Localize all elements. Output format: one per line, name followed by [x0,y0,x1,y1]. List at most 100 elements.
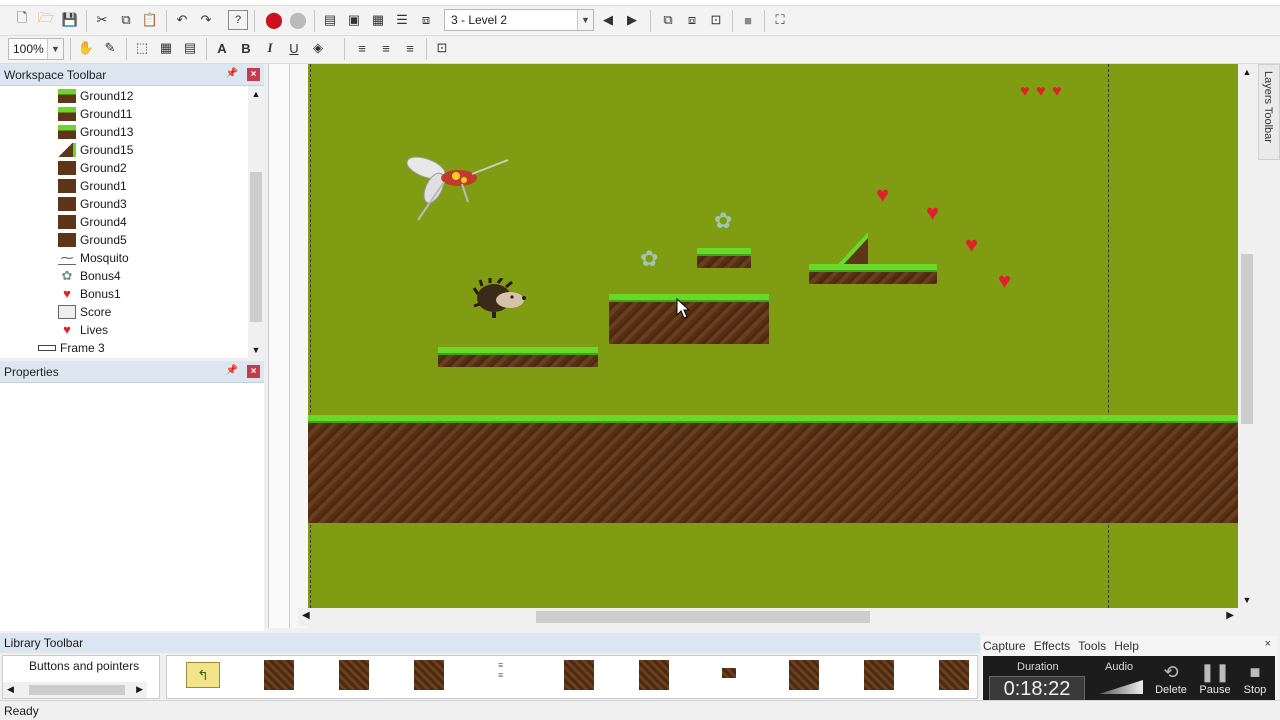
library-thumb[interactable] [789,660,819,690]
tree-item-ground15[interactable]: Ground15 [58,141,133,159]
bonus-flower[interactable]: ✿ [640,248,658,270]
bonus-heart[interactable]: ♥ [998,270,1011,292]
close-icon[interactable]: × [1265,638,1271,650]
scroll-right-icon[interactable]: ▶ [1226,610,1234,621]
layout-2-icon[interactable]: ▣ [344,10,364,30]
library-thumb-text[interactable]: ≡ ≡ [498,660,510,690]
pin-icon[interactable]: 📌 [226,365,238,376]
save-icon[interactable]: 💾 [60,10,80,30]
scroll-thumb[interactable] [1241,254,1253,424]
prev-level-icon[interactable]: ◀ [598,10,618,30]
record-icon[interactable]: ⬤ [264,10,284,30]
ground-slope[interactable] [838,232,868,264]
next-level-icon[interactable]: ▶ [622,10,642,30]
ground-platform[interactable] [438,347,598,367]
tree-item-mosquito[interactable]: ⁓ Mosquito [58,249,129,267]
recorder-menu-help[interactable]: Help [1114,639,1139,653]
tree-item-ground12[interactable]: Ground12 [58,87,133,105]
scroll-up-icon[interactable]: ▲ [248,86,264,102]
ground-platform[interactable] [697,248,751,268]
tree-item-ground3[interactable]: Ground3 [58,195,127,213]
list-icon[interactable]: ☰ [392,10,412,30]
library-tree-item[interactable]: Buttons and pointers [29,659,139,673]
canvas-hscrollbar[interactable]: ◀ ▶ [298,608,1238,626]
italic-icon[interactable]: I [260,38,280,58]
pin-icon[interactable]: 📌 [226,68,238,79]
audio-level-slider[interactable] [1099,680,1143,694]
canvas-vscrollbar[interactable]: ▲ ▼ [1238,64,1256,608]
delete-button[interactable]: ⟲ Delete [1151,662,1191,696]
scroll-thumb[interactable] [250,172,262,322]
copy-icon[interactable]: ⧉ [116,10,136,30]
fit-icon[interactable]: ⊡ [432,38,452,58]
recorder-menu-capture[interactable]: Capture [983,639,1026,653]
pen-icon[interactable]: ✎ [100,38,120,58]
fill-color-icon[interactable]: ◈ [308,38,328,58]
library-folder-up-icon[interactable]: ↰ [186,662,220,688]
tree-item-ground13[interactable]: Ground13 [58,123,133,141]
help-icon[interactable]: ? [228,10,248,30]
frame-move-icon[interactable]: ⊡ [706,10,726,30]
frame-add-icon[interactable]: ⧉ [658,10,678,30]
cut-icon[interactable]: ✂ [92,10,112,30]
shapes-icon[interactable]: ⧈ [416,10,436,30]
main-ground[interactable] [308,415,1238,523]
tree-item-score[interactable]: Score [58,303,111,321]
bonus-heart[interactable]: ♥ [965,234,978,256]
open-folder-icon[interactable]: 🗁 [36,10,56,30]
level-select[interactable]: 3 - Level 2 ▼ [444,9,594,31]
library-thumb[interactable] [939,660,969,690]
library-thumb[interactable] [864,660,894,690]
recorder-menu-tools[interactable]: Tools [1078,639,1106,653]
scroll-down-icon[interactable]: ▼ [1238,592,1256,608]
lives-heart[interactable]: ♥ [1052,84,1062,100]
bonus-heart[interactable]: ♥ [926,202,939,224]
scroll-thumb[interactable] [536,611,870,623]
align-left-icon[interactable]: ≡ [352,38,372,58]
grid-icon[interactable]: ▦ [368,10,388,30]
paste-icon[interactable]: 📋 [140,10,160,30]
redo-icon[interactable]: ↷ [196,10,216,30]
bold-icon[interactable]: B [236,38,256,58]
table-icon[interactable]: ▤ [180,38,200,58]
hedgehog-sprite[interactable] [472,278,528,320]
lives-heart[interactable]: ♥ [1036,84,1046,100]
hand-icon[interactable]: ✋ [76,38,96,58]
layout-1-icon[interactable]: ▤ [320,10,340,30]
play-disabled-icon[interactable]: ⬤ [288,10,308,30]
library-thumb[interactable] [339,660,369,690]
zoom-select[interactable]: 100% ▼ [8,38,64,60]
new-icon[interactable]: 🗋 [12,10,32,30]
tree-item-bonus1[interactable]: ♥ Bonus1 [58,285,121,303]
ground-platform[interactable] [809,264,937,284]
lives-heart[interactable]: ♥ [1020,84,1030,100]
level-canvas[interactable]: ♥ ♥ ♥ ✿ ✿ ♥ ♥ ♥ ♥ [308,64,1238,608]
scroll-up-icon[interactable]: ▲ [1238,64,1256,80]
tree-item-frame[interactable]: Frame 3 [38,339,105,357]
scroll-left-icon[interactable]: ◀ [302,610,310,621]
tree-item-ground1[interactable]: Ground1 [58,177,127,195]
select-icon[interactable]: ⬚ [132,38,152,58]
library-thumb[interactable] [639,660,669,690]
underline-icon[interactable]: U [284,38,304,58]
close-icon[interactable]: × [247,68,260,81]
grid-view-icon[interactable]: ▦ [156,38,176,58]
undo-icon[interactable]: ↶ [172,10,192,30]
bonus-flower[interactable]: ✿ [714,210,732,232]
scene-icon[interactable]: ⛶ [770,10,790,30]
tree-item-bonus4[interactable]: ✿ Bonus4 [58,267,121,285]
scroll-thumb[interactable] [29,685,125,695]
scroll-right-icon[interactable]: ▶ [136,684,143,695]
pause-button[interactable]: ❚❚ Pause [1195,662,1235,696]
stop-button[interactable]: ■ Stop [1235,662,1275,696]
tree-item-ground4[interactable]: Ground4 [58,213,127,231]
library-tree-scrollbar[interactable]: ◀ ▶ [3,682,147,698]
library-thumb[interactable] [722,668,736,678]
font-icon[interactable]: A [212,38,232,58]
recorder-menu-effects[interactable]: Effects [1034,639,1070,653]
align-right-icon[interactable]: ≡ [400,38,420,58]
stop-icon[interactable]: ■ [738,10,758,30]
scroll-down-icon[interactable]: ▼ [248,342,264,358]
library-thumb[interactable] [264,660,294,690]
frame-edit-icon[interactable]: ⧈ [682,10,702,30]
